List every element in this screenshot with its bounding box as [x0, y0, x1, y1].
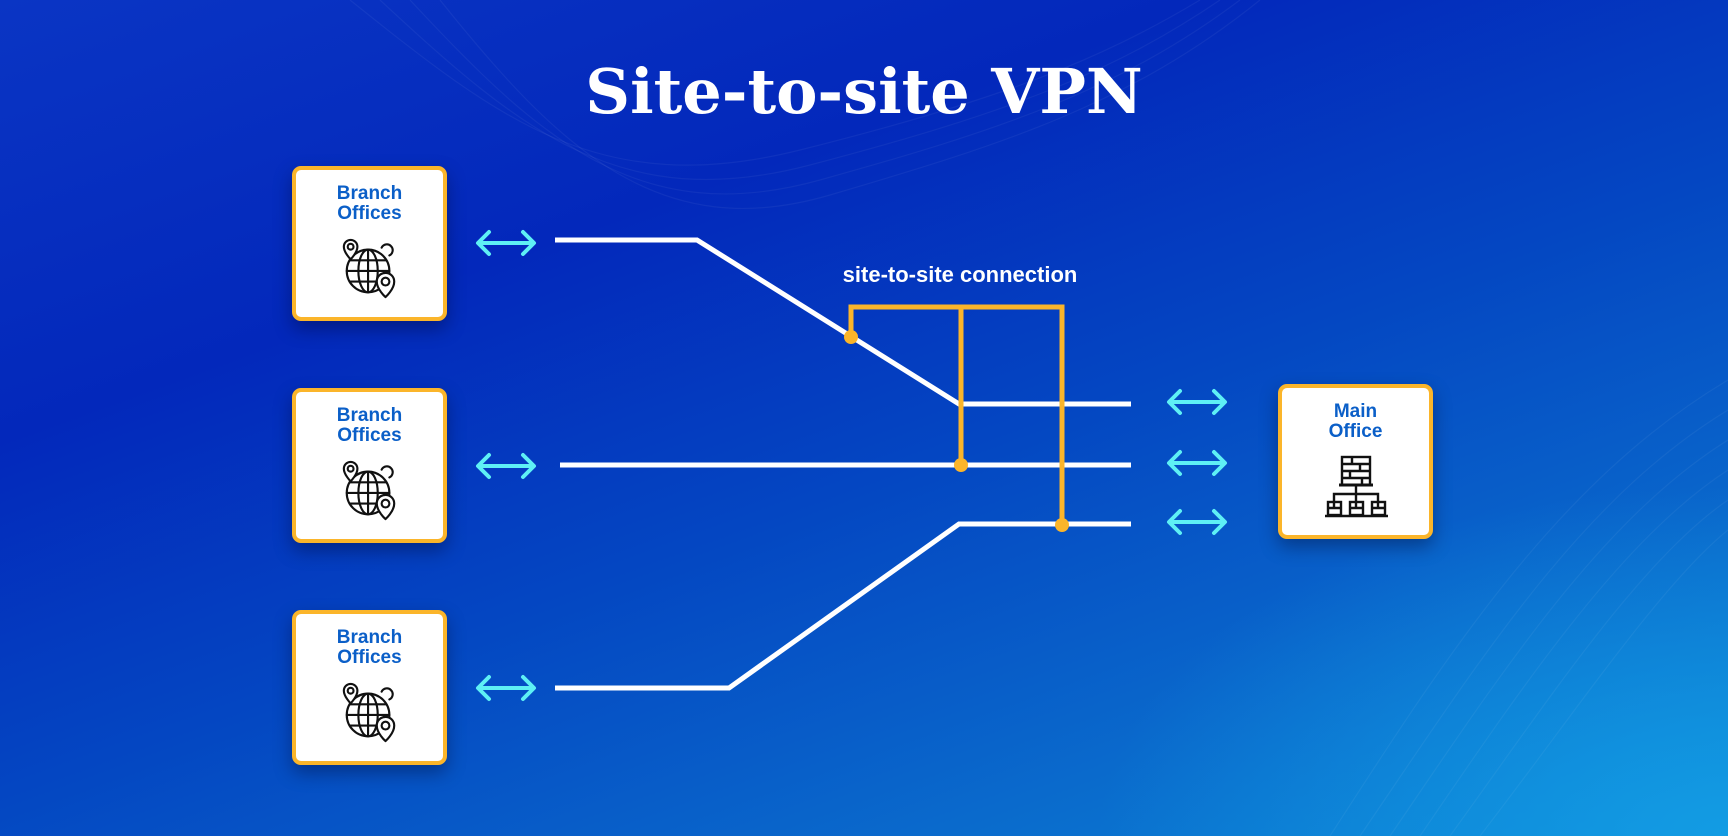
tunnel-line-bottom — [555, 521, 1131, 691]
label-line-2: Offices — [337, 647, 402, 668]
label-line-1: Branch — [336, 183, 403, 204]
label-line-1: Main — [1333, 401, 1378, 422]
junction-dot-top — [844, 330, 858, 344]
branch-office-label: Branch Offices — [296, 406, 443, 446]
globe-location-icon — [339, 460, 401, 522]
label-line-2: Office — [1328, 421, 1383, 442]
bidirectional-arrow-icon — [476, 675, 536, 701]
branch-office-box[interactable]: Branch Offices — [292, 610, 447, 765]
junction-dot-middle — [954, 458, 968, 472]
tunnel-line-top — [555, 237, 1131, 407]
main-office-label: Main Office — [1282, 402, 1429, 442]
bidirectional-arrow-icon — [1167, 450, 1227, 476]
connection-lines — [476, 230, 1227, 701]
branch-office-label: Branch Offices — [296, 628, 443, 668]
bidirectional-arrow-icon — [1167, 389, 1227, 415]
label-line-1: Branch — [336, 627, 403, 648]
bidirectional-arrow-icon — [1167, 509, 1227, 535]
label-line-1: Branch — [336, 405, 403, 426]
label-line-2: Offices — [337, 425, 402, 446]
junction-dot-bottom — [1055, 518, 1069, 532]
office-network-icon — [1322, 454, 1390, 520]
bidirectional-arrow-icon — [476, 230, 536, 256]
globe-location-icon — [339, 238, 401, 300]
bracket-outline — [848, 304, 1065, 525]
globe-location-icon — [339, 682, 401, 744]
label-line-2: Offices — [337, 203, 402, 224]
main-office-box[interactable]: Main Office — [1278, 384, 1433, 539]
branch-office-box[interactable]: Branch Offices — [292, 388, 447, 543]
branch-office-label: Branch Offices — [296, 184, 443, 224]
branch-office-box[interactable]: Branch Offices — [292, 166, 447, 321]
bidirectional-arrow-icon — [476, 453, 536, 479]
